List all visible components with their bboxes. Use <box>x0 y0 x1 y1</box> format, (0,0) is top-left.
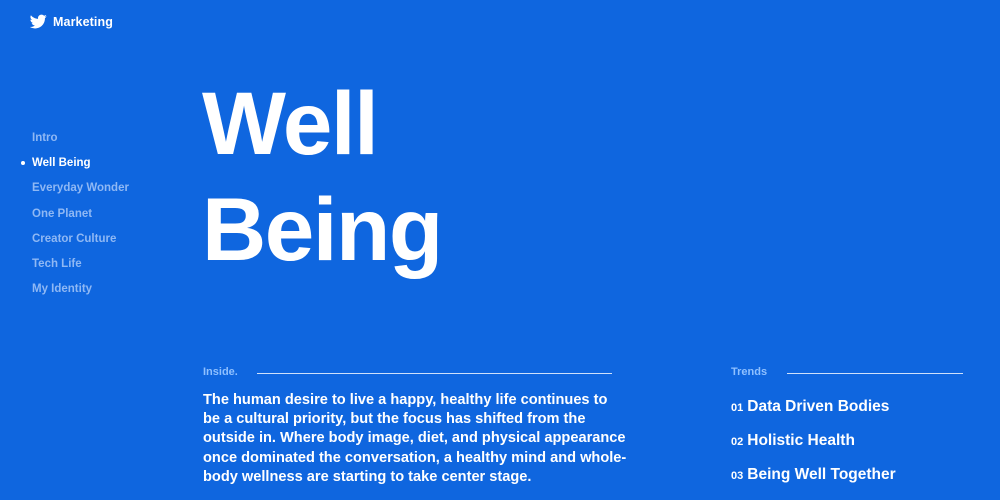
inside-label: Inside. <box>203 366 238 378</box>
nav-item-label: Intro <box>32 132 58 144</box>
inside-divider <box>257 373 612 374</box>
nav-item-tech-life[interactable]: Tech Life <box>32 254 129 279</box>
nav-item-label: Well Being <box>32 157 91 170</box>
nav-item-label: Everyday Wonder <box>32 182 129 195</box>
trend-item-holistic-health[interactable]: 02 Holistic Health <box>731 432 896 466</box>
active-indicator-dot <box>21 161 25 166</box>
brand-label: Marketing <box>53 14 113 29</box>
trend-number: 01 <box>731 402 744 414</box>
nav-item-label: Creator Culture <box>32 232 117 245</box>
trend-item-data-driven-bodies[interactable]: 01 Data Driven Bodies <box>731 398 896 432</box>
twitter-bird-icon <box>30 13 47 30</box>
inside-body-text: The human desire to live a happy, health… <box>203 392 627 485</box>
trend-title: Holistic Health <box>747 432 855 449</box>
nav-item-label: Tech Life <box>32 257 82 270</box>
nav-item-one-planet[interactable]: One Planet <box>32 204 129 229</box>
hero-title: Well Being <box>202 70 443 282</box>
trends-divider <box>787 373 963 374</box>
nav-item-label: One Planet <box>32 207 93 220</box>
nav-item-intro[interactable]: Intro <box>32 128 129 153</box>
nav-item-everyday-wonder[interactable]: Everyday Wonder <box>32 178 129 203</box>
nav-item-label: My Identity <box>32 283 93 296</box>
hero-title-line-2: Being <box>202 179 443 279</box>
nav-item-my-identity[interactable]: My Identity <box>32 279 129 304</box>
trend-title: Being Well Together <box>747 466 896 483</box>
brand-link[interactable]: Marketing <box>30 13 113 30</box>
trend-number: 03 <box>731 470 744 482</box>
section-nav: Intro Well Being Everyday Wonder One Pla… <box>21 128 129 304</box>
hero-title-line-1: Well <box>202 73 379 173</box>
trends-list: 01 Data Driven Bodies 02 Holistic Health 0… <box>731 398 896 500</box>
trend-number: 02 <box>731 436 744 448</box>
nav-item-creator-culture[interactable]: Creator Culture <box>32 229 129 254</box>
trends-label: Trends <box>731 366 768 378</box>
trend-title: Data Driven Bodies <box>747 398 890 415</box>
nav-item-well-being[interactable]: Well Being <box>21 153 129 178</box>
